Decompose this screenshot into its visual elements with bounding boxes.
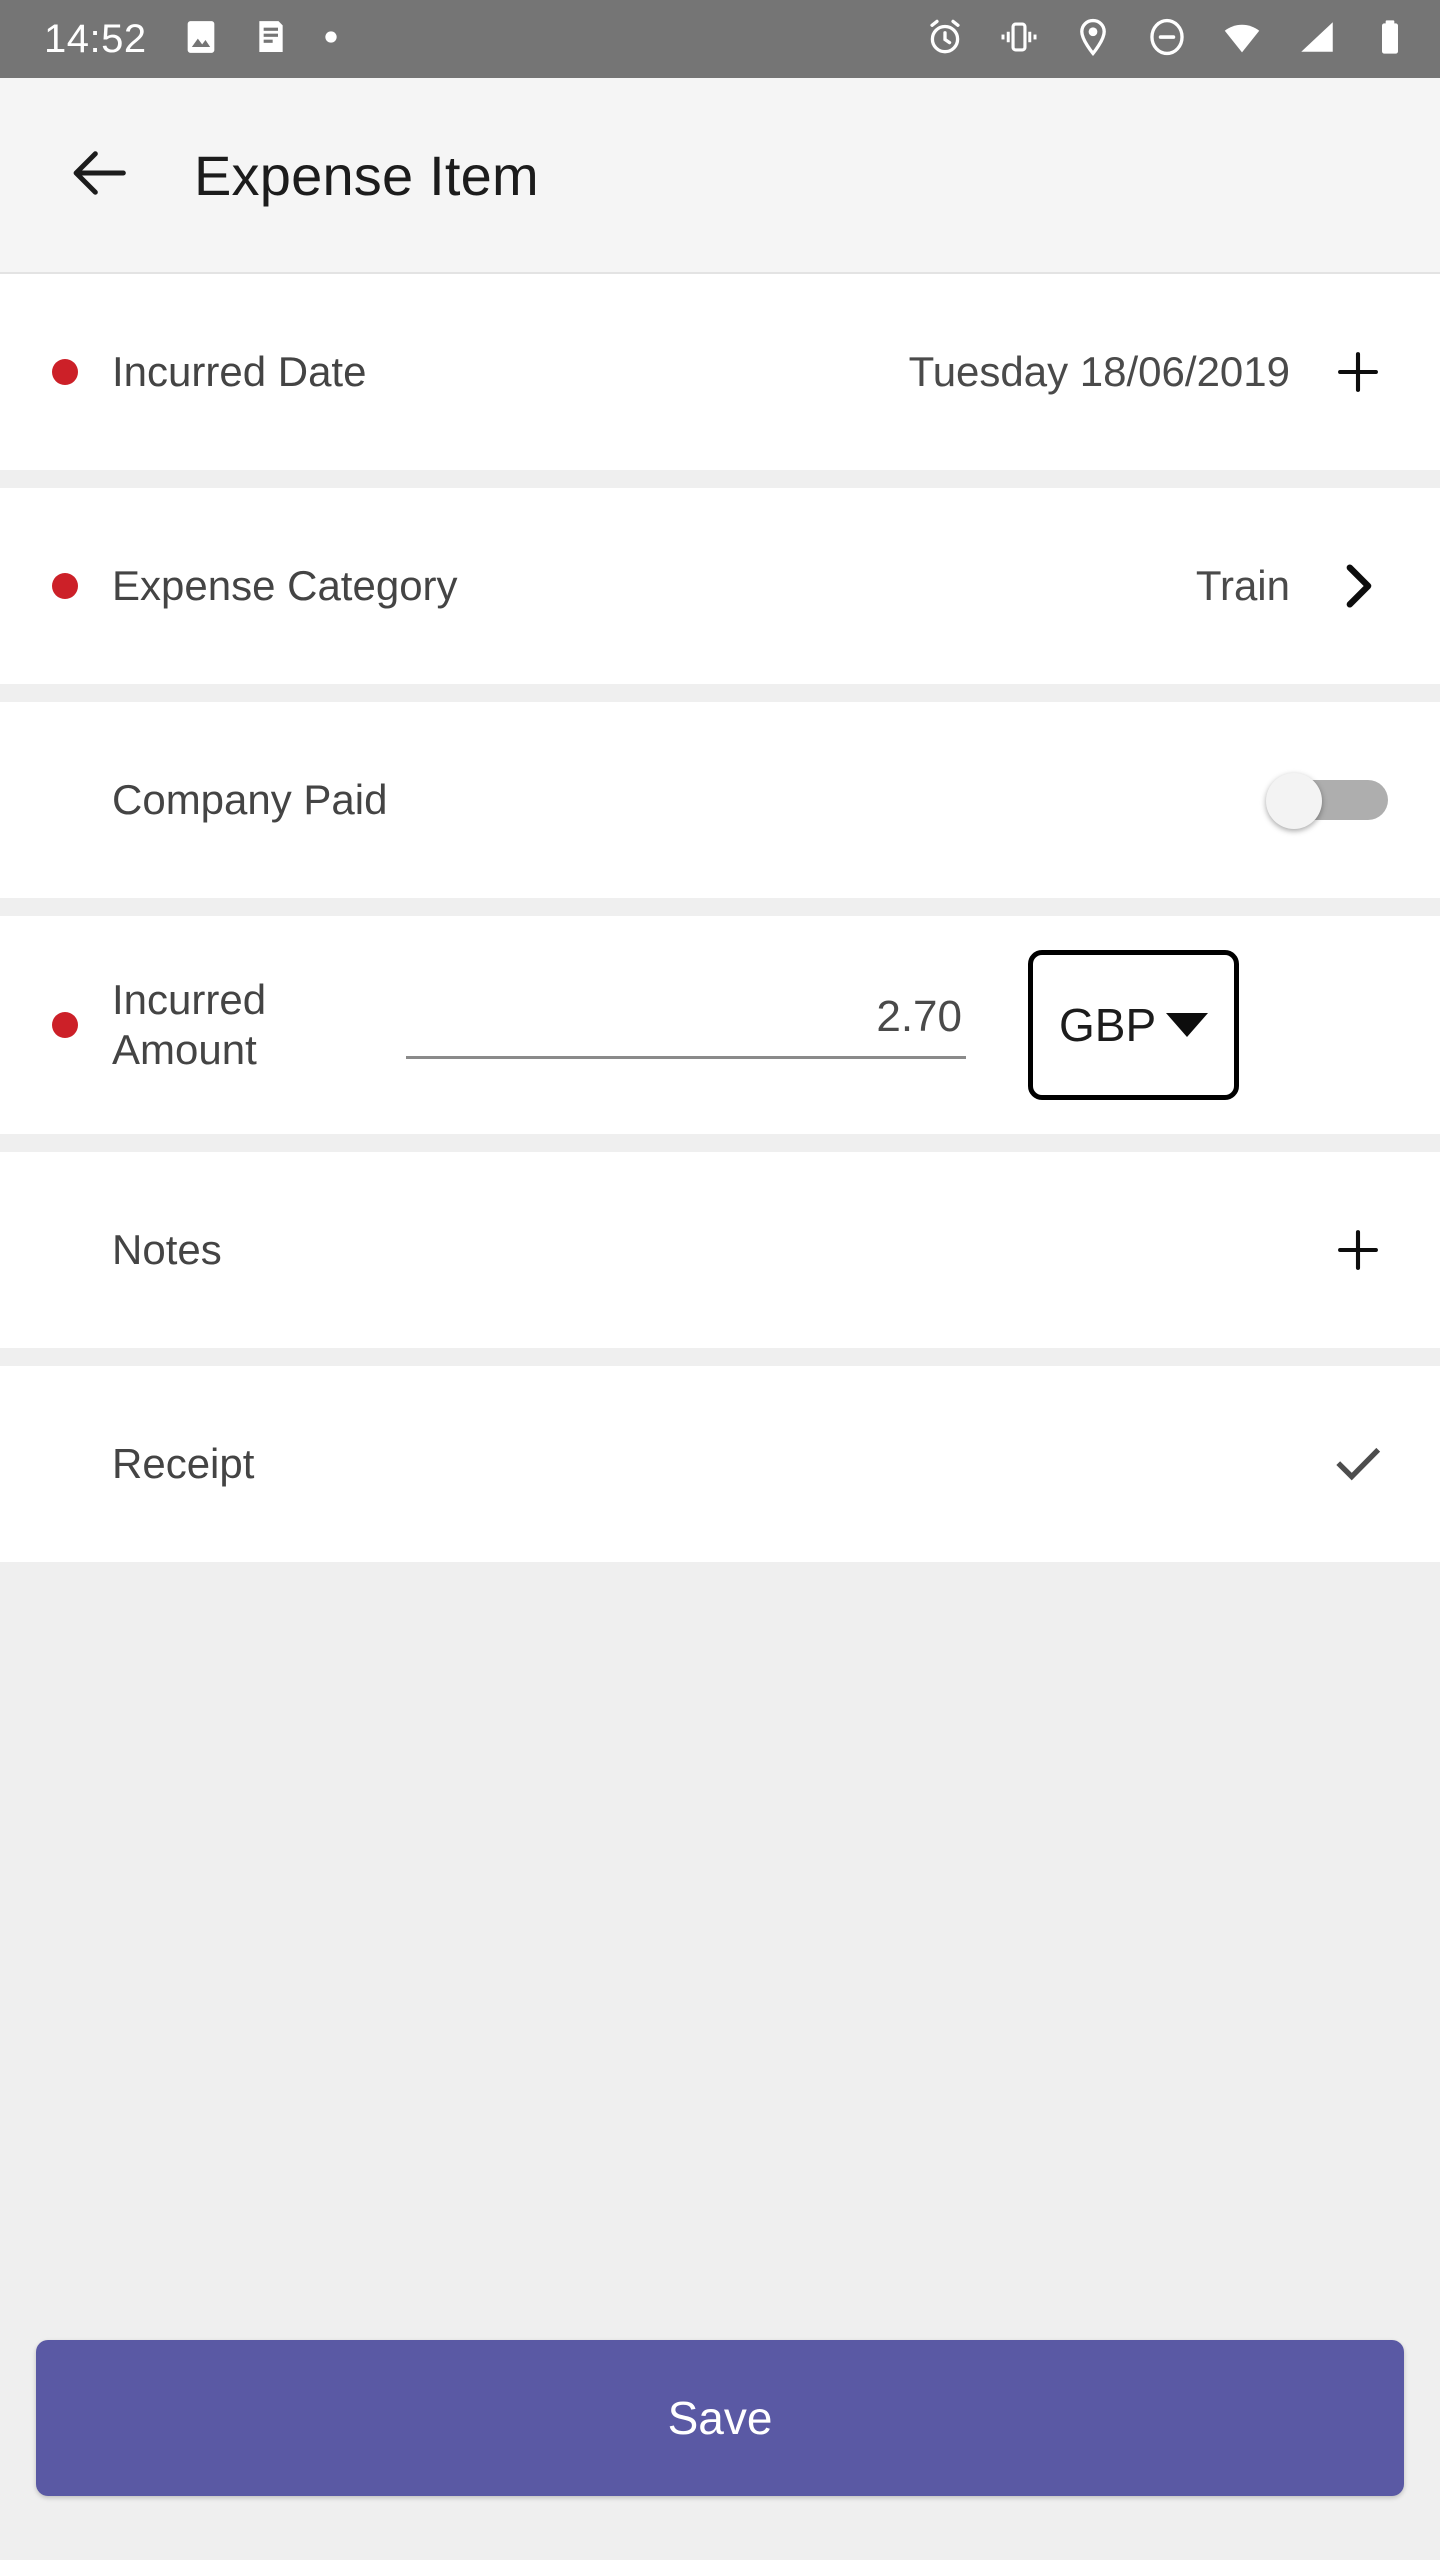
section-divider (0, 1348, 1440, 1366)
chevron-right-icon[interactable] (1328, 556, 1388, 616)
incurred-amount-label-line1: Incurred (112, 976, 267, 1024)
status-bar-clock: 14:52 (44, 16, 147, 61)
section-divider (0, 898, 1440, 916)
row-expense-category[interactable]: Expense Category Train (0, 488, 1440, 684)
cellular-signal-icon (1296, 16, 1338, 63)
app-bar: Expense Item (0, 78, 1440, 274)
wifi-icon (1220, 15, 1264, 64)
section-divider (0, 684, 1440, 702)
back-button[interactable] (62, 137, 138, 213)
article-icon (251, 17, 291, 62)
do-not-disturb-icon (1146, 16, 1188, 63)
toggle-thumb (1266, 773, 1322, 829)
required-marker-icon (52, 359, 78, 385)
row-incurred-amount[interactable]: Incurred Amount 2.70 GBP (0, 916, 1440, 1134)
expense-category-label: Expense Category (112, 561, 458, 609)
arrow-left-icon (65, 138, 135, 213)
location-icon (1072, 16, 1114, 63)
row-receipt[interactable]: Receipt (0, 1366, 1440, 1562)
caret-down-icon (1166, 1013, 1209, 1037)
expense-form: Incurred Date Tuesday 18/06/2019 Expense… (0, 274, 1440, 2340)
status-bar: 14:52 (0, 0, 1440, 78)
incurred-amount-label-line2: Amount (112, 1026, 257, 1073)
section-divider (0, 470, 1440, 488)
company-paid-label: Company Paid (112, 775, 388, 823)
incurred-date-value: Tuesday 18/06/2019 (908, 348, 1290, 395)
incurred-amount-label: Incurred Amount (112, 975, 372, 1074)
expense-item-screen: 14:52 Expense Item Incurred Date Tuesday… (0, 0, 1440, 2560)
section-divider (0, 1134, 1440, 1152)
currency-dropdown[interactable]: GBP (1028, 950, 1240, 1100)
receipt-label: Receipt (112, 1439, 255, 1487)
dot-icon (321, 27, 341, 52)
page-title: Expense Item (194, 143, 539, 207)
currency-code-label: GBP (1059, 999, 1157, 1051)
required-marker-icon (52, 1012, 78, 1038)
row-incurred-date[interactable]: Incurred Date Tuesday 18/06/2019 (0, 274, 1440, 470)
footer: Save (0, 2340, 1440, 2560)
status-bar-notification-icons (181, 17, 341, 62)
save-button[interactable]: Save (36, 2340, 1404, 2496)
battery-icon (1370, 17, 1410, 62)
alarm-icon (924, 16, 966, 63)
row-company-paid[interactable]: Company Paid (0, 702, 1440, 898)
incurred-amount-underline (406, 1055, 966, 1059)
company-paid-toggle[interactable] (1266, 773, 1388, 829)
required-marker-icon (52, 573, 78, 599)
image-icon (181, 17, 221, 62)
incurred-amount-input[interactable]: 2.70 (406, 992, 966, 1059)
row-notes[interactable]: Notes (0, 1152, 1440, 1348)
incurred-date-label: Incurred Date (112, 347, 367, 395)
expense-category-value: Train (1195, 562, 1290, 609)
check-icon[interactable] (1328, 1434, 1388, 1494)
notes-label: Notes (112, 1225, 222, 1273)
status-bar-system-icons (924, 15, 1410, 64)
plus-icon[interactable] (1328, 1220, 1388, 1280)
vibrate-icon (998, 16, 1040, 63)
incurred-amount-value[interactable]: 2.70 (876, 992, 966, 1056)
plus-icon[interactable] (1328, 342, 1388, 402)
